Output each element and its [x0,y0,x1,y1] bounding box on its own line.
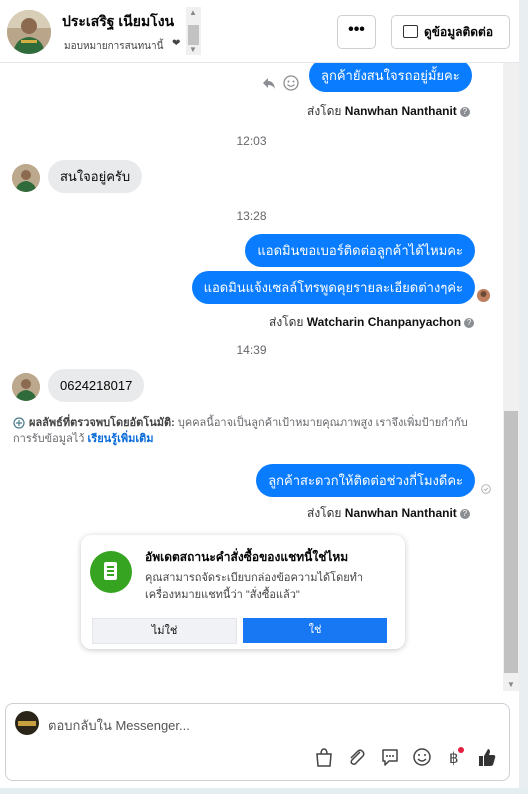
conversation-panel: ประเสริฐ เนียมโงน มอบหมายการสนทนานี้ ❤ ▲… [0,0,519,794]
message-thread: ลูกค้ายังสนใจรถอยู่มั้ยคะ ส่งโดย Nanwhan… [0,63,503,691]
help-icon[interactable]: ? [464,317,475,328]
incoming-message[interactable]: สนใจอยู่ครับ [48,160,143,193]
header-scrollbar[interactable]: ▲ ▼ [186,7,201,55]
sent-by-label: ส่งโดย Nanwhan Nanthanit? [307,102,470,121]
help-icon[interactable]: ? [459,106,470,117]
window-bottom-edge [0,788,528,794]
reply-input[interactable] [46,710,490,740]
outgoing-message[interactable]: ลูกค้ายังสนใจรถอยู่มั้ยคะ [309,63,472,92]
shopping-bag-icon[interactable] [314,746,334,768]
customer-avatar[interactable] [12,164,40,192]
sent-check-icon [481,484,491,494]
scrollbar-thumb[interactable] [188,25,199,45]
thumbs-up-icon[interactable] [477,746,497,768]
sent-by-prefix: ส่งโดย [307,506,342,520]
outgoing-message[interactable]: แอดมินแจ้งเซลล์โทรพูดคุยรายละเอียดต่างๆค… [191,271,475,304]
assign-conversation-label[interactable]: มอบหมายการสนทนานี้ [64,39,163,54]
scroll-down-arrow-icon[interactable]: ▼ [507,680,515,689]
auto-detect-lead: ผลลัพธ์ที่ตรวจพบโดยอัตโนมัติ: [29,417,175,429]
outgoing-message[interactable]: แอดมินขอเบอร์ติดต่อลูกค้าได้ไหมคะ [245,234,475,267]
scroll-down-arrow-icon[interactable]: ▼ [189,45,197,54]
seen-avatar [477,289,490,302]
learn-more-link[interactable]: เรียนรู้เพิ่มเติม [88,433,154,445]
thread-scrollbar[interactable]: ▼ [503,63,519,691]
paperclip-icon[interactable] [346,746,366,768]
sent-by-prefix: ส่งโดย [269,315,304,329]
emoji-icon[interactable] [412,746,432,768]
sender-name: Nanwhan Nanthanit [344,104,457,118]
contact-avatar[interactable] [7,10,51,54]
view-contact-button[interactable]: ดูข้อมูลติดต่อ [391,15,510,49]
auto-detect-note: ผลลัพธ์ที่ตรวจพบโดยอัตโนมัติ: บุคคลนี้อา… [13,415,483,447]
customer-avatar[interactable] [12,373,40,401]
baht-icon[interactable]: ฿ [446,746,466,768]
timestamp: 12:03 [236,134,267,148]
contact-name[interactable]: ประเสริฐ เนียมโงน [62,11,174,33]
outgoing-message[interactable]: ลูกค้าสะดวกให้ติดต่อช่วงกี่โมงดีคะ [256,464,475,497]
timestamp: 14:39 [236,343,267,357]
sent-by-label: ส่งโดย Nanwhan Nanthanit? [307,504,470,523]
sender-name: Watcharin Chanpanyachon [306,315,462,329]
conversation-header: ประเสริฐ เนียมโงน มอบหมายการสนทนานี้ ❤ ▲… [0,0,519,63]
contact-card-icon [403,25,418,38]
sent-by-label: ส่งโดย Watcharin Chanpanyachon? [269,313,475,332]
incoming-message[interactable]: 0624218017 [48,369,145,402]
page-avatar [15,711,39,735]
sent-by-prefix: ส่งโดย [307,104,342,118]
scroll-up-arrow-icon[interactable]: ▲ [189,8,197,17]
sender-name: Nanwhan Nanthanit [344,506,457,520]
scrollbar-thumb[interactable] [504,411,518,673]
more-options-button[interactable]: ••• [337,15,376,49]
emoji-icon[interactable] [283,75,299,91]
svg-text:฿: ฿ [449,749,459,767]
view-contact-label: ดูข้อมูลติดต่อ [424,25,494,39]
react-icon[interactable] [261,75,277,91]
no-button[interactable]: ไม่ใช่ [92,618,237,644]
heart-icon[interactable]: ❤ [172,38,180,49]
chat-bubble-icon[interactable] [380,746,400,768]
ai-sparkle-icon [13,417,25,429]
order-card-title: อัพเดตสถานะคำสั่งซื้อของแชทนี้ใช่ไหม [145,550,349,564]
order-document-icon [90,551,132,593]
order-card-description: คุณสามารถจัดระเบียบกล่องข้อความได้โดยทำเ… [145,572,364,601]
yes-button[interactable]: ใช่ [243,618,387,643]
help-icon[interactable]: ? [459,508,470,519]
order-status-card: อัพเดตสถานะคำสั่งซื้อของแชทนี้ใช่ไหม คุณ… [81,535,405,649]
timestamp: 13:28 [236,209,267,223]
message-composer: ฿ [5,703,510,781]
